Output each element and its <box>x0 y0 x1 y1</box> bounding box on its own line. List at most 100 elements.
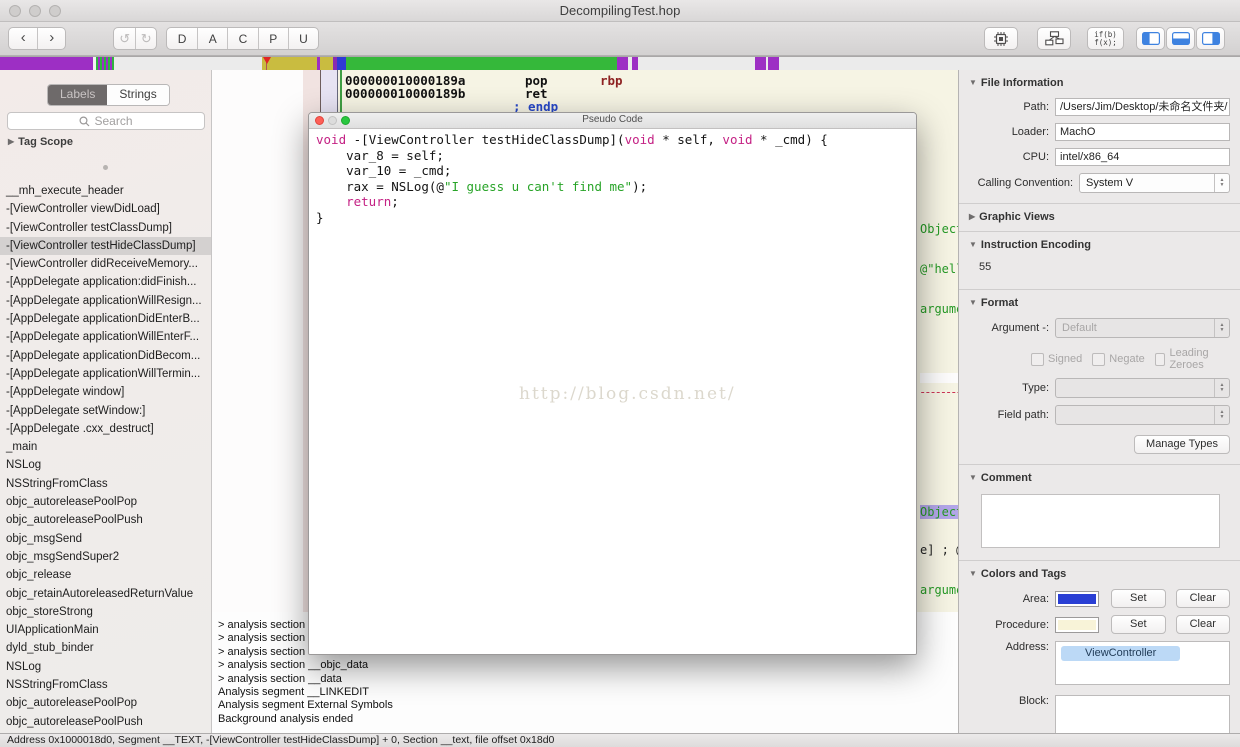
mode-segment-u[interactable]: U <box>288 28 318 49</box>
redo-button[interactable]: ↻ <box>135 28 156 49</box>
minimize-icon[interactable] <box>328 116 337 125</box>
sidebar-list-item[interactable]: dyld_stub_binder <box>0 639 211 657</box>
search-input[interactable]: Search <box>7 112 205 130</box>
sidebar-list-item[interactable]: _main <box>0 438 211 456</box>
sidebar-list-item[interactable]: objc_autoreleasePoolPush <box>0 511 211 529</box>
sidebar-list-item[interactable]: objc_retainAutoreleasedReturnValue <box>0 585 211 603</box>
sidebar-list-item[interactable]: -[AppDelegate setWindow:] <box>0 402 211 420</box>
path-field[interactable]: /Users/Jim/Desktop/未命名文件夹/ <box>1055 98 1230 116</box>
sidebar-list-item[interactable]: NSLog <box>0 456 211 474</box>
sidebar-list-item[interactable]: -[AppDelegate applicationDidBecom... <box>0 347 211 365</box>
sidebar-list-item[interactable]: objc_storeStrong <box>0 603 211 621</box>
title-bar[interactable]: DecompilingTest.hop <box>0 0 1240 22</box>
splitter-handle[interactable] <box>103 165 108 170</box>
mode-segment-c[interactable]: C <box>227 28 257 49</box>
tab-labels[interactable]: Labels <box>48 85 107 105</box>
nav-segment[interactable] <box>617 57 628 70</box>
sidebar-list-item[interactable]: -[AppDelegate applicationWillEnterF... <box>0 328 211 346</box>
signed-checkbox[interactable]: Signed <box>1031 347 1082 371</box>
sidebar-list-item[interactable]: -[AppDelegate applicationWillTermin... <box>0 365 211 383</box>
sidebar-list-item[interactable]: -[ViewController viewDidLoad] <box>0 200 211 218</box>
zoom-icon[interactable] <box>341 116 350 125</box>
sidebar-list-item[interactable]: NSStringFromClass <box>0 676 211 694</box>
forward-button[interactable]: › <box>37 28 65 49</box>
sidebar-list-item[interactable]: NSLog <box>0 658 211 676</box>
block-tags-box[interactable] <box>1055 695 1230 733</box>
sidebar-list-item[interactable]: objc_autoreleasePoolPop <box>0 493 211 511</box>
sidebar-list-item[interactable]: -[AppDelegate window] <box>0 383 211 401</box>
sidebar-list-item[interactable]: objc_msgSend <box>0 530 211 548</box>
sidebar-list-item[interactable]: -[AppDelegate .cxx_destruct] <box>0 420 211 438</box>
colors-tags-header[interactable]: ▼Colors and Tags <box>969 565 1230 582</box>
sidebar-list-item[interactable]: -[ViewController didReceiveMemory... <box>0 255 211 273</box>
area-set-button[interactable]: Set <box>1111 589 1166 608</box>
mode-segment-p[interactable]: P <box>258 28 288 49</box>
instruction-encoding-header[interactable]: ▼Instruction Encoding <box>969 236 1230 253</box>
sidebar-list-item[interactable]: -[AppDelegate application:didFinish... <box>0 273 211 291</box>
sidebar-list-item[interactable]: objc_release <box>0 566 211 584</box>
toggle-bottom-panel-button[interactable] <box>1166 27 1195 50</box>
toggle-left-panel-button[interactable] <box>1136 27 1165 50</box>
leading-zeroes-checkbox[interactable]: Leading Zeroes <box>1155 347 1230 371</box>
field-path-select[interactable]: ▲▼ <box>1055 405 1230 425</box>
nav-segment[interactable] <box>0 57 93 70</box>
nav-segment[interactable] <box>346 57 617 70</box>
format-header[interactable]: ▼Format <box>969 294 1230 311</box>
control-flow-graph-button[interactable] <box>1037 27 1071 50</box>
nav-segment[interactable] <box>114 57 262 70</box>
sidebar-list-item[interactable]: -[AppDelegate applicationWillResign... <box>0 292 211 310</box>
pseudo-code-button[interactable]: if(b) f(x); <box>1087 27 1124 50</box>
sidebar-list-item[interactable]: __mh_execute_header <box>0 182 211 200</box>
close-icon[interactable] <box>9 5 21 17</box>
nav-segment[interactable] <box>317 57 320 70</box>
tab-strings[interactable]: Strings <box>107 85 168 105</box>
negate-checkbox[interactable]: Negate <box>1092 347 1144 371</box>
loader-field[interactable]: MachO <box>1055 123 1230 141</box>
sidebar-list-item[interactable]: objc_autoreleasePoolPop <box>0 694 211 712</box>
nav-segment[interactable] <box>768 57 779 70</box>
nav-segment[interactable] <box>96 57 114 70</box>
close-icon[interactable] <box>315 116 324 125</box>
nav-segment[interactable] <box>337 57 346 70</box>
sidebar-list-item[interactable]: -[AppDelegate applicationDidEnterB... <box>0 310 211 328</box>
nav-segment[interactable] <box>632 57 638 70</box>
sidebar-list-item[interactable]: objc_msgSendSuper2 <box>0 548 211 566</box>
sidebar-list-item[interactable]: -[ViewController testHideClassDump] <box>0 237 211 255</box>
area-clear-button[interactable]: Clear <box>1176 589 1231 608</box>
comment-header[interactable]: ▼Comment <box>969 469 1230 486</box>
procedure-clear-button[interactable]: Clear <box>1176 615 1231 634</box>
back-button[interactable]: ‹ <box>9 28 37 49</box>
sidebar-list-item[interactable]: UIApplicationMain <box>0 621 211 639</box>
type-select[interactable]: ▲▼ <box>1055 378 1230 398</box>
file-information-header[interactable]: ▼File Information <box>969 74 1230 91</box>
calling-convention-select[interactable]: System V ▲▼ <box>1079 173 1230 193</box>
procedure-color-well[interactable] <box>1055 617 1099 633</box>
nav-segment[interactable] <box>262 57 333 70</box>
pseudo-code-view[interactable]: void -[ViewController testHideClassDump]… <box>309 129 916 655</box>
zoom-icon[interactable] <box>49 5 61 17</box>
nav-segment[interactable] <box>755 57 766 70</box>
argument-format-select[interactable]: Default ▲▼ <box>1055 318 1230 338</box>
cpu-view-button[interactable] <box>984 27 1018 50</box>
minimize-icon[interactable] <box>29 5 41 17</box>
mode-segment-a[interactable]: A <box>197 28 227 49</box>
procedure-set-button[interactable]: Set <box>1111 615 1166 634</box>
toggle-right-panel-button[interactable] <box>1196 27 1225 50</box>
address-tags-box[interactable]: ViewController <box>1055 641 1230 685</box>
search-icon <box>79 116 90 127</box>
navigation-strip[interactable] <box>0 56 1240 70</box>
tag-pill[interactable]: ViewController <box>1061 646 1180 661</box>
disassembly-line[interactable]: 000000010000189bret <box>345 87 958 100</box>
mode-segment-d[interactable]: D <box>167 28 197 49</box>
cpu-field[interactable]: intel/x86_64 <box>1055 148 1230 166</box>
tag-scope-disclosure[interactable]: ▶Tag Scope <box>8 136 73 148</box>
area-color-well[interactable] <box>1055 591 1099 607</box>
manage-types-button[interactable]: Manage Types <box>1134 435 1230 454</box>
pseudo-window-titlebar[interactable]: Pseudo Code <box>309 113 916 129</box>
sidebar-list-item[interactable]: NSStringFromClass <box>0 475 211 493</box>
comment-textarea[interactable] <box>981 494 1220 548</box>
sidebar-list-item[interactable]: -[ViewController testClassDump] <box>0 219 211 237</box>
sidebar-list-item[interactable]: objc_autoreleasePoolPush <box>0 713 211 731</box>
undo-button[interactable]: ↺ <box>114 28 135 49</box>
graphic-views-header[interactable]: ▶Graphic Views <box>969 208 1230 225</box>
